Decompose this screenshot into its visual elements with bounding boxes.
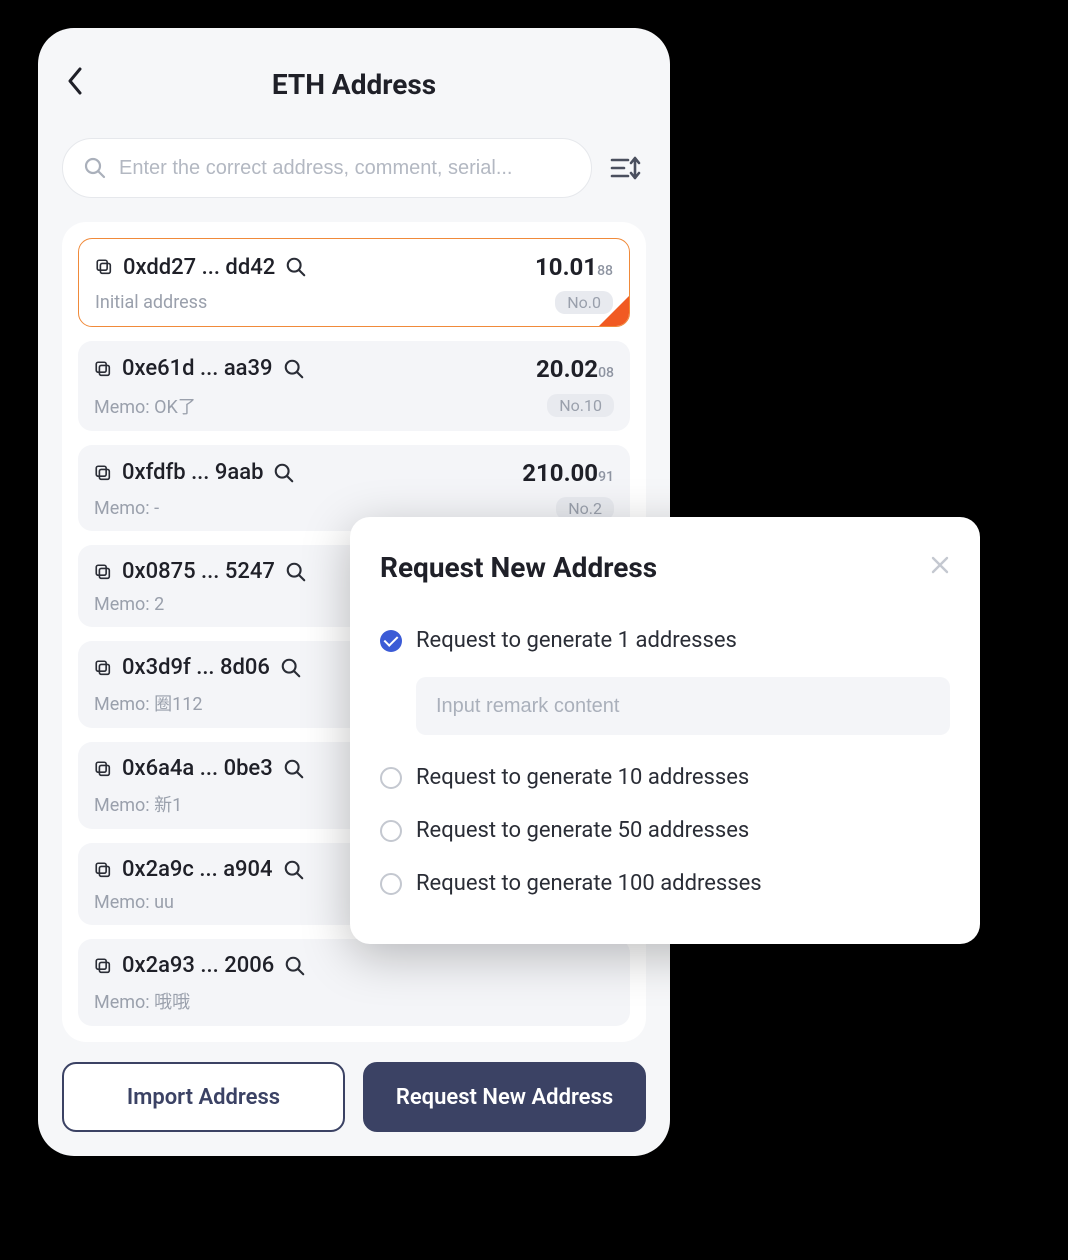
- balance-main: 210.00: [522, 459, 598, 487]
- close-icon[interactable]: [930, 555, 950, 581]
- radio-checked-icon[interactable]: [380, 630, 402, 652]
- page-title: ETH Address: [62, 68, 646, 101]
- memo-text: Memo: OK了: [94, 393, 196, 419]
- copy-icon[interactable]: [94, 957, 112, 975]
- copy-icon[interactable]: [94, 861, 112, 879]
- copy-icon[interactable]: [94, 360, 112, 378]
- address-text: 0x2a9c ... a904: [122, 857, 273, 882]
- address-item[interactable]: 0x2a93 ... 2006 Memo: 哦哦: [78, 939, 630, 1026]
- footer-buttons: Import Address Request New Address: [62, 1062, 646, 1132]
- serial-badge: No.0: [555, 291, 613, 314]
- address-text: 0x3d9f ... 8d06: [122, 655, 270, 680]
- radio-icon[interactable]: [380, 767, 402, 789]
- copy-icon[interactable]: [94, 563, 112, 581]
- search-box[interactable]: [62, 138, 592, 198]
- address-text: 0xfdfb ... 9aab: [122, 460, 263, 485]
- radio-icon[interactable]: [380, 820, 402, 842]
- search-row: [62, 138, 646, 198]
- remark-input[interactable]: [416, 677, 950, 735]
- balance-sub: 91: [598, 469, 614, 485]
- generate-option[interactable]: Request to generate 1 addresses: [380, 614, 950, 667]
- lookup-icon[interactable]: [285, 561, 307, 583]
- lookup-icon[interactable]: [284, 955, 306, 977]
- lookup-icon[interactable]: [283, 859, 305, 881]
- memo-text: Memo: uu: [94, 892, 174, 913]
- memo-text: Memo: 2: [94, 594, 164, 615]
- option-label: Request to generate 100 addresses: [416, 871, 762, 896]
- option-label: Request to generate 50 addresses: [416, 818, 749, 843]
- balance-main: 20.02: [536, 355, 598, 383]
- lookup-icon[interactable]: [285, 256, 307, 278]
- lookup-icon[interactable]: [280, 657, 302, 679]
- address-text: 0x2a93 ... 2006: [122, 953, 274, 978]
- memo-text: Memo: 新1: [94, 791, 182, 817]
- search-input[interactable]: [119, 157, 571, 180]
- address-item[interactable]: 0xe61d ... aa39 20.0208 Memo: OK了 No.10: [78, 341, 630, 431]
- memo-text: Memo: 圈112: [94, 690, 202, 716]
- copy-icon[interactable]: [94, 760, 112, 778]
- generate-option[interactable]: Request to generate 50 addresses: [380, 804, 950, 857]
- copy-icon[interactable]: [94, 659, 112, 677]
- lookup-icon[interactable]: [283, 358, 305, 380]
- generate-option[interactable]: Request to generate 100 addresses: [380, 857, 950, 910]
- generate-option[interactable]: Request to generate 10 addresses: [380, 751, 950, 804]
- memo-text: Memo: -: [94, 498, 159, 519]
- modal-title: Request New Address: [380, 551, 657, 584]
- address-item[interactable]: 0xdd27 ... dd42 10.0188 Initial address No.…: [78, 238, 630, 327]
- header: ETH Address: [62, 60, 646, 108]
- import-address-button[interactable]: Import Address: [62, 1062, 345, 1132]
- lookup-icon[interactable]: [273, 462, 295, 484]
- address-text: 0x0875 ... 5247: [122, 559, 275, 584]
- memo-text: Memo: 哦哦: [94, 988, 190, 1014]
- balance-sub: 88: [597, 263, 613, 279]
- balance-main: 10.01: [535, 253, 597, 281]
- search-icon: [83, 156, 107, 180]
- memo-text: Initial address: [95, 292, 207, 313]
- address-text: 0x6a4a ... 0be3: [122, 756, 273, 781]
- modal-header: Request New Address: [380, 551, 950, 584]
- address-text: 0xe61d ... aa39: [122, 356, 273, 381]
- back-button[interactable]: [66, 67, 84, 102]
- copy-icon[interactable]: [94, 464, 112, 482]
- request-address-modal: Request New Address Request to generate …: [350, 517, 980, 944]
- serial-badge: No.10: [547, 394, 614, 417]
- option-label: Request to generate 10 addresses: [416, 765, 749, 790]
- address-text: 0xdd27 ... dd42: [123, 255, 275, 280]
- sort-button[interactable]: [606, 148, 646, 188]
- copy-icon[interactable]: [95, 258, 113, 276]
- lookup-icon[interactable]: [283, 758, 305, 780]
- request-new-address-button[interactable]: Request New Address: [363, 1062, 646, 1132]
- option-label: Request to generate 1 addresses: [416, 628, 737, 653]
- radio-icon[interactable]: [380, 873, 402, 895]
- balance-sub: 08: [598, 365, 614, 381]
